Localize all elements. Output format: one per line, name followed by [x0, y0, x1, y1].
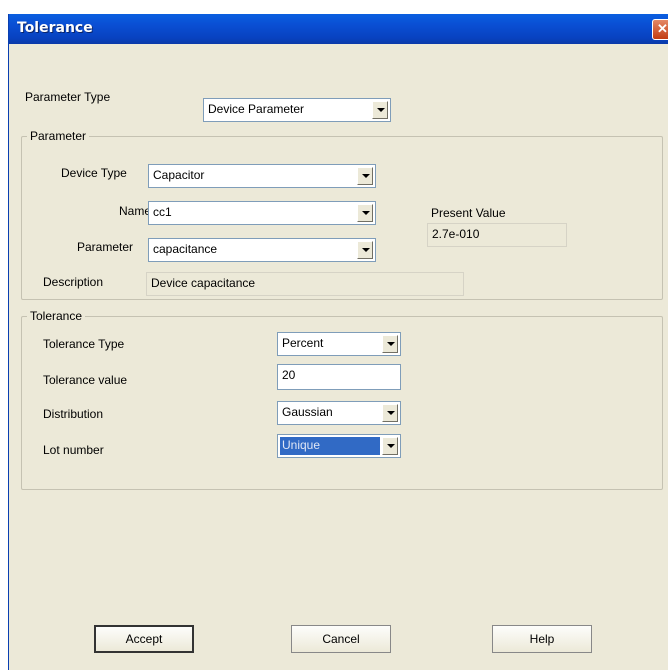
tolerance-type-select[interactable]: Percent — [277, 332, 401, 356]
parameter-value: capacitance — [153, 242, 218, 256]
parameter-type-label: Parameter Type — [25, 90, 111, 104]
chevron-down-icon[interactable] — [372, 101, 388, 119]
chevron-down-icon[interactable] — [357, 167, 373, 185]
tolerance-value-input[interactable]: 20 — [277, 364, 401, 390]
device-type-value: Capacitor — [153, 168, 205, 182]
tolerance-value-value: 20 — [282, 368, 296, 382]
lot-number-label: Lot number — [43, 443, 104, 457]
chevron-down-icon[interactable] — [382, 335, 398, 353]
distribution-label: Distribution — [43, 407, 104, 421]
parameter-select[interactable]: capacitance — [148, 238, 376, 262]
name-select[interactable]: cc1 — [148, 201, 376, 225]
parameter-type-select[interactable]: Device Parameter — [203, 98, 391, 122]
chevron-down-icon[interactable] — [357, 241, 373, 259]
accept-button[interactable]: Accept — [94, 625, 194, 653]
tolerance-dialog: Tolerance ✕ Parameter Type Device Parame… — [8, 14, 668, 670]
name-value: cc1 — [153, 205, 172, 219]
chevron-down-icon[interactable] — [382, 437, 398, 455]
present-value-value: 2.7e-010 — [432, 227, 480, 241]
parameter-label: Parameter — [77, 240, 134, 254]
device-type-select[interactable]: Capacitor — [148, 164, 376, 188]
parameter-type-value: Device Parameter — [208, 102, 305, 116]
device-type-label: Device Type — [61, 166, 127, 180]
chevron-down-icon[interactable] — [357, 204, 373, 222]
tolerance-group-title: Tolerance — [27, 309, 86, 323]
name-label: Name — [119, 204, 152, 218]
tolerance-value-label: Tolerance value — [43, 373, 128, 387]
lot-number-value: Unique — [280, 437, 380, 455]
tolerance-type-value: Percent — [282, 336, 324, 350]
tolerance-type-label: Tolerance Type — [43, 337, 125, 351]
cancel-button[interactable]: Cancel — [291, 625, 391, 653]
parameter-group-title: Parameter — [27, 129, 90, 143]
lot-number-select[interactable]: Unique — [277, 434, 401, 458]
close-icon[interactable]: ✕ — [652, 19, 668, 40]
distribution-value: Gaussian — [282, 405, 333, 419]
chevron-down-icon[interactable] — [382, 404, 398, 422]
present-value-field: 2.7e-010 — [427, 223, 567, 247]
window-title: Tolerance — [17, 20, 93, 36]
description-value: Device capacitance — [151, 276, 256, 290]
present-value-label: Present Value — [431, 206, 506, 220]
description-label: Description — [43, 275, 104, 289]
description-field: Device capacitance — [146, 272, 464, 296]
help-button[interactable]: Help — [492, 625, 592, 653]
title-bar[interactable]: Tolerance ✕ — [9, 14, 668, 44]
distribution-select[interactable]: Gaussian — [277, 401, 401, 425]
